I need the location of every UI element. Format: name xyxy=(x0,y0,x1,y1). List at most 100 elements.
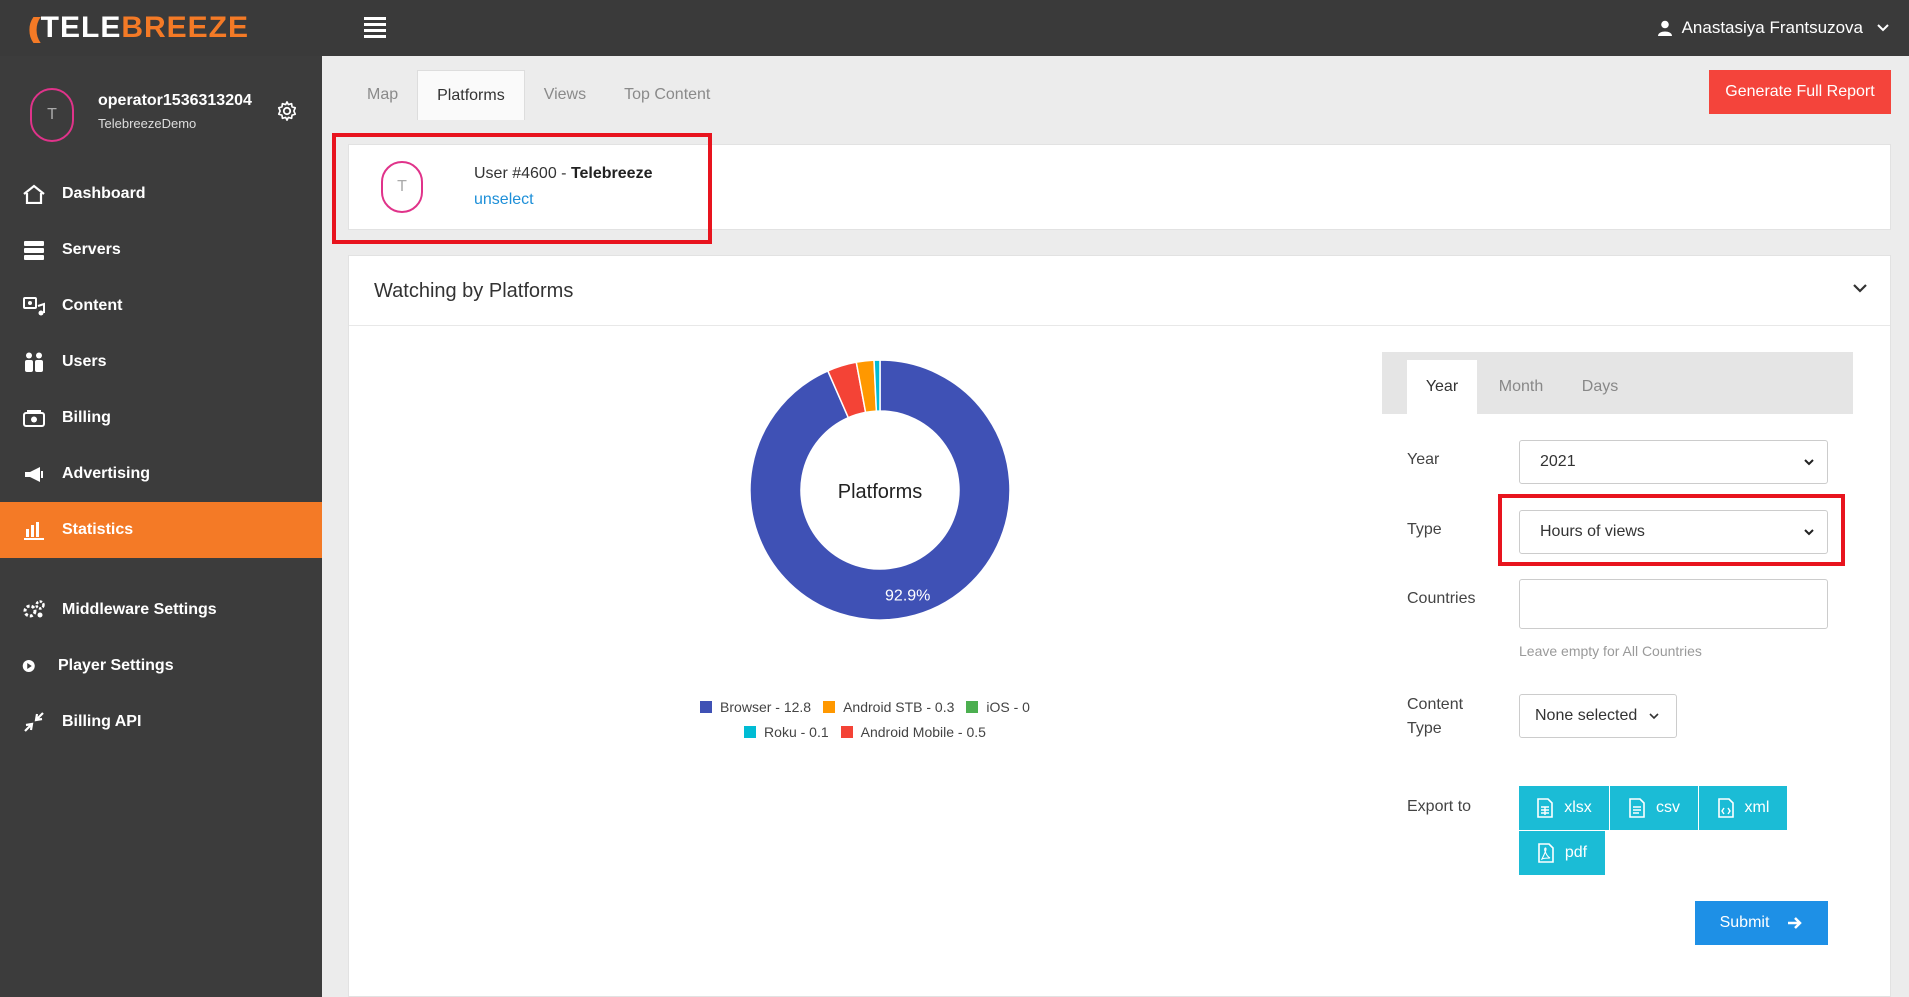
submit-button[interactable]: Submit xyxy=(1695,901,1828,945)
play-icon xyxy=(22,660,35,672)
sidebar-item-label: Dashboard xyxy=(62,185,146,202)
hamburger-menu-icon[interactable] xyxy=(364,17,386,38)
content-icon xyxy=(23,297,45,316)
operator-name: operator1536313204 xyxy=(98,92,252,109)
servers-icon xyxy=(24,241,44,260)
logo-text-b: BREEZE xyxy=(121,11,250,44)
bar-chart-icon xyxy=(24,522,44,540)
tab-year[interactable]: Year xyxy=(1407,360,1477,414)
telebreeze-logo[interactable]: (( TELEBREEZE xyxy=(28,10,249,46)
sidebar: T operator1536313204 TelebreezeDemo Dash… xyxy=(0,56,322,997)
legend-item[interactable]: iOS - 0 xyxy=(966,699,1030,715)
year-label: Year xyxy=(1407,451,1440,468)
chevron-down-icon xyxy=(1877,24,1889,32)
content-type-value: None selected xyxy=(1535,707,1638,724)
generate-full-report-button[interactable]: Generate Full Report xyxy=(1709,70,1891,114)
tab-views[interactable]: Views xyxy=(525,70,605,120)
sidebar-item-label: Middleware Settings xyxy=(62,601,217,618)
chevron-down-icon xyxy=(1649,713,1659,720)
content-type-label-line2: Type xyxy=(1407,720,1442,737)
sidebar-nav: Dashboard Servers Content Users Billing … xyxy=(0,166,322,750)
logo-text-a: TELE xyxy=(40,11,122,44)
watching-by-platforms-panel: Watching by Platforms Platforms 92.9% Br… xyxy=(348,255,1891,997)
chevron-down-icon xyxy=(1804,459,1814,466)
sidebar-item-label: Billing API xyxy=(62,713,142,730)
legend-label: iOS - 0 xyxy=(986,699,1030,715)
export-label: Export to xyxy=(1407,798,1472,815)
export-label-text: pdf xyxy=(1564,844,1588,861)
platforms-donut-chart: Platforms 92.9% xyxy=(749,359,1011,621)
sidebar-item-billing[interactable]: Billing xyxy=(0,390,322,446)
legend-label: Android Mobile - 0.5 xyxy=(860,724,986,740)
legend-item[interactable]: Android STB - 0.3 xyxy=(823,699,954,715)
tab-top-content[interactable]: Top Content xyxy=(605,70,729,120)
user-menu-name: Anastasiya Frantsuzova xyxy=(1681,18,1863,37)
chevron-down-icon[interactable] xyxy=(1850,278,1870,298)
tab-days[interactable]: Days xyxy=(1565,360,1635,414)
top-bar: (( TELEBREEZE Anastasiya Frantsuzova xyxy=(0,0,1909,56)
tab-platforms[interactable]: Platforms xyxy=(417,70,525,120)
export-label-text: xml xyxy=(1744,799,1770,816)
sidebar-item-label: Statistics xyxy=(62,521,134,538)
highlight-box-type xyxy=(1498,494,1845,566)
sidebar-item-label: Content xyxy=(62,297,123,314)
sidebar-item-player-settings[interactable]: Player Settings xyxy=(0,638,322,694)
panel-header: Watching by Platforms xyxy=(349,256,1890,326)
sidebar-item-billing-api[interactable]: Billing API xyxy=(0,694,322,750)
gear-icon[interactable] xyxy=(276,100,298,122)
legend-label: Browser - 12.8 xyxy=(720,699,812,715)
sidebar-divider xyxy=(0,558,322,582)
sidebar-item-content[interactable]: Content xyxy=(0,278,322,334)
chart-center-label: Platforms xyxy=(838,481,922,503)
sidebar-item-middleware-settings[interactable]: Middleware Settings xyxy=(0,582,322,638)
spreadsheet-file-icon xyxy=(1537,798,1554,818)
legend-item[interactable]: Roku - 0.1 xyxy=(744,724,829,740)
sidebar-item-label: Servers xyxy=(62,241,121,258)
sidebar-item-dashboard[interactable]: Dashboard xyxy=(0,166,322,222)
sidebar-item-advertising[interactable]: Advertising xyxy=(0,446,322,502)
sidebar-item-servers[interactable]: Servers xyxy=(0,222,322,278)
period-tabs: Year Month Days xyxy=(1382,352,1853,414)
arrow-right-icon xyxy=(1788,917,1803,929)
pdf-file-icon xyxy=(1538,843,1554,863)
sidebar-item-label: Users xyxy=(62,353,107,370)
operator-profile: T operator1536313204 TelebreezeDemo xyxy=(0,56,322,166)
user-icon xyxy=(1657,20,1672,36)
tab-month[interactable]: Month xyxy=(1477,360,1565,414)
highlight-box-user xyxy=(332,133,712,244)
sidebar-item-label: Player Settings xyxy=(58,657,174,674)
countries-label: Countries xyxy=(1407,590,1476,607)
text-file-icon xyxy=(1629,798,1645,818)
megaphone-icon xyxy=(25,467,43,482)
legend-item[interactable]: Android Mobile - 0.5 xyxy=(840,724,986,740)
export-csv-button[interactable]: csv xyxy=(1610,786,1698,830)
sidebar-item-label: Billing xyxy=(62,409,111,426)
user-menu[interactable]: Anastasiya Frantsuzova xyxy=(1657,0,1889,56)
sidebar-item-label: Advertising xyxy=(62,465,151,482)
export-xlsx-button[interactable]: xlsx xyxy=(1519,786,1609,830)
panel-title: Watching by Platforms xyxy=(374,280,574,302)
billing-icon xyxy=(23,410,45,427)
code-file-icon xyxy=(1717,798,1734,818)
operator-organization: TelebreezeDemo xyxy=(98,116,197,131)
sidebar-item-statistics[interactable]: Statistics xyxy=(0,502,322,558)
logo-text: TELEBREEZE xyxy=(41,11,249,45)
export-xml-button[interactable]: xml xyxy=(1699,786,1787,830)
sidebar-item-users[interactable]: Users xyxy=(0,334,322,390)
submit-label: Submit xyxy=(1719,914,1770,931)
type-label: Type xyxy=(1407,521,1442,538)
content-type-multiselect[interactable]: None selected xyxy=(1519,694,1677,738)
export-pdf-button[interactable]: pdf xyxy=(1519,831,1605,875)
year-select[interactable]: 2021 xyxy=(1519,440,1828,484)
content-type-label-line1: Content xyxy=(1407,696,1464,713)
users-icon xyxy=(25,352,43,372)
year-select-value: 2021 xyxy=(1540,453,1576,470)
legend-label: Android STB - 0.3 xyxy=(843,699,955,715)
chart-data-label: 92.9% xyxy=(885,588,930,605)
chart-legend-row-1: Browser - 12.8 Android STB - 0.3 iOS - 0 xyxy=(349,699,1381,715)
export-label-text: csv xyxy=(1656,799,1680,816)
tab-map[interactable]: Map xyxy=(348,70,417,120)
legend-item[interactable]: Browser - 12.8 xyxy=(700,699,811,715)
countries-input[interactable] xyxy=(1519,579,1828,629)
export-label-text: xlsx xyxy=(1564,799,1592,816)
